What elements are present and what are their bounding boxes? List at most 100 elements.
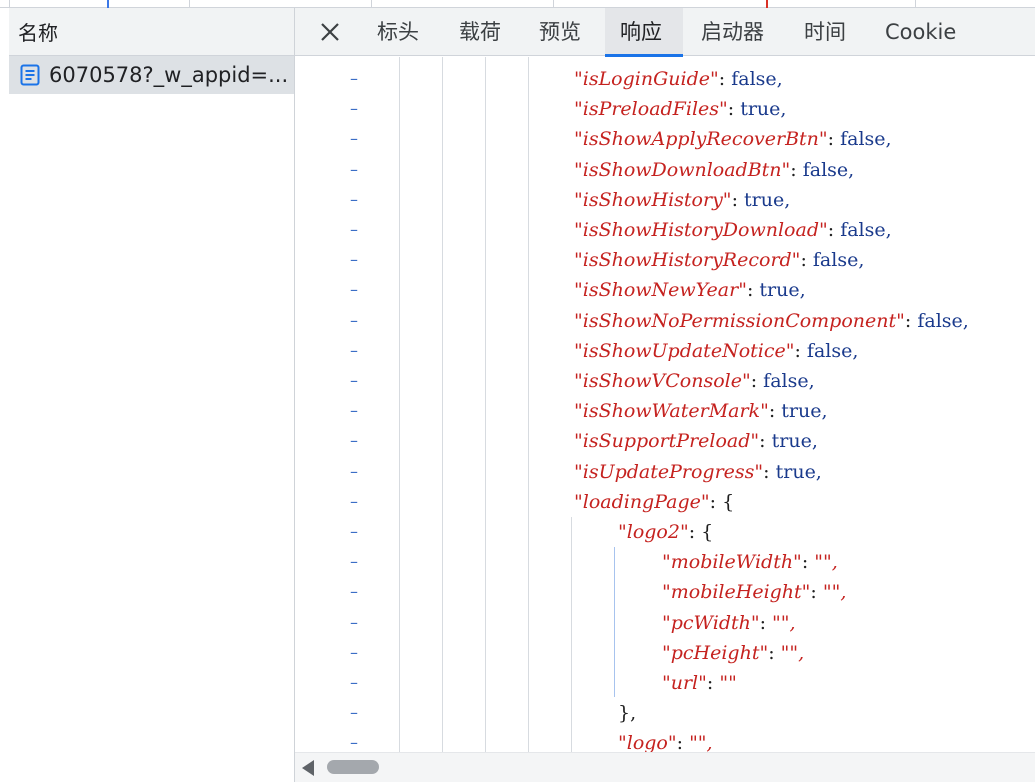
code-line: "isShowVConsole": false, [295, 366, 1035, 396]
tab-label: 载荷 [459, 20, 501, 44]
tab-label: 启动器 [701, 20, 764, 44]
json-separator: : [731, 188, 745, 211]
json-value: "", [822, 581, 847, 604]
json-value: true, [759, 279, 806, 302]
json-separator: : [768, 641, 781, 664]
code-line: "isShowNewYear": true, [295, 275, 1035, 305]
json-separator: : [676, 732, 690, 752]
tab-payload[interactable]: 载荷 [459, 8, 503, 56]
json-key: "isShowWaterMark" [574, 400, 769, 423]
column-header-name[interactable]: 名称 [9, 8, 294, 56]
json-value: { [701, 521, 714, 543]
json-key: "isPreloadFiles" [574, 98, 728, 121]
request-list-panel: 名称 6070578?_w_appid=... [0, 8, 295, 782]
code-line: "isShowHistory": true, [295, 185, 1035, 215]
json-value: false, [840, 128, 892, 151]
timeline-tick [553, 0, 554, 8]
code-line: "isShowDownloadBtn": false, [295, 155, 1035, 185]
json-separator: : [718, 68, 732, 90]
tab-response[interactable]: 响应 [605, 8, 683, 57]
code-line: "isShowWaterMark": true, [295, 396, 1035, 426]
json-key: "isUpdateProgress" [574, 460, 764, 483]
json-key: "isShowUpdateNotice" [574, 339, 795, 362]
timeline-strip [0, 0, 1035, 8]
request-row[interactable]: 6070578?_w_appid=... [9, 56, 294, 94]
tab-label: 响应 [620, 20, 662, 44]
code-line: "isShowNoPermissionComponent": false, [295, 306, 1035, 336]
json-value: false, [731, 68, 783, 90]
json-separator: : [794, 339, 807, 362]
json-key: "isShowDownloadBtn" [574, 158, 791, 181]
json-value: "", [689, 732, 713, 752]
response-code-view[interactable]: – "isLoginGuide": false, – "isPreloadFiles"… [295, 57, 1035, 752]
json-value: false, [812, 249, 865, 272]
timeline-tick [915, 0, 916, 8]
json-separator: : [763, 460, 776, 483]
code-line: "pcHeight": "", [295, 638, 1035, 668]
json-value: true, [744, 188, 791, 211]
code-line: "isShowHistoryDownload": false, [295, 215, 1035, 245]
json-value: true, [771, 430, 818, 453]
json-separator: : [801, 551, 815, 574]
json-separator: : [790, 158, 803, 181]
close-icon[interactable] [317, 19, 343, 45]
code-line: "mobileHeight": "", [295, 577, 1035, 607]
json-key: "isShowHistoryRecord" [574, 249, 801, 272]
tab-cookies[interactable]: Cookie [885, 8, 957, 56]
detail-tab-bar: 标头 载荷 预览 响应 启动器 时间 Cookie [295, 8, 1035, 57]
tab-label: 预览 [539, 20, 581, 44]
json-separator: : [768, 400, 782, 423]
json-value: true, [775, 460, 822, 483]
code-line: "isLoginGuide": false, [295, 64, 1035, 94]
json-key: "isShowNoPermissionComponent" [574, 309, 905, 332]
json-key: "isShowVConsole" [574, 370, 751, 392]
code-line: "isShowApplyRecoverBtn": false, [295, 124, 1035, 154]
timeline-tick [371, 0, 372, 8]
tab-initiator[interactable]: 启动器 [701, 8, 767, 56]
json-key: "isShowHistory" [574, 188, 732, 211]
request-name: 6070578?_w_appid=... [49, 63, 289, 87]
json-key: "isShowHistoryDownload" [574, 219, 828, 241]
json-separator: : [800, 249, 813, 272]
json-key: "logo2" [618, 521, 689, 543]
scroll-left-arrow-icon[interactable] [302, 760, 314, 776]
json-key: "isSupportPreload" [574, 430, 760, 453]
json-value: "", [780, 641, 805, 664]
code-line: "pcWidth": "", [295, 608, 1035, 638]
json-key: "pcHeight" [662, 641, 769, 664]
tab-timing[interactable]: 时间 [804, 8, 848, 56]
json-separator: : [750, 370, 764, 392]
json-value: true, [781, 400, 828, 423]
json-value: false, [840, 219, 892, 241]
json-key: "mobileWidth" [662, 551, 802, 574]
timeline-tick [189, 0, 190, 8]
json-value: true, [740, 98, 787, 121]
json-value: false, [917, 309, 969, 332]
timeline-tick [9, 0, 10, 8]
code-line: "logo": "", [295, 728, 1035, 752]
json-value: }, [618, 702, 637, 725]
code-line: "loadingPage": { [295, 487, 1035, 517]
json-value: "", [772, 611, 796, 634]
json-separator: : [746, 279, 760, 302]
json-value: false, [763, 370, 815, 392]
tab-preview[interactable]: 预览 [539, 8, 583, 56]
json-value: "" [719, 672, 737, 694]
code-line: "isPreloadFiles": true, [295, 94, 1035, 124]
tab-label: Cookie [885, 20, 957, 44]
json-value: false, [802, 158, 855, 181]
timeline-tick [766, 0, 768, 8]
json-separator: : [709, 490, 723, 513]
json-separator: : [727, 98, 741, 121]
json-separator: : [688, 521, 702, 543]
json-value: { [722, 490, 735, 513]
json-key: "isLoginGuide" [574, 68, 719, 90]
json-key: "isShowNewYear" [574, 279, 747, 302]
code-line: "logo2": { [295, 517, 1035, 547]
column-header-label: 名称 [18, 21, 58, 45]
scroll-thumb[interactable] [327, 760, 379, 774]
horizontal-scrollbar[interactable] [295, 752, 1035, 782]
tab-headers[interactable]: 标头 [377, 8, 421, 56]
json-separator: : [810, 581, 823, 604]
json-key: "pcWidth" [662, 611, 760, 634]
